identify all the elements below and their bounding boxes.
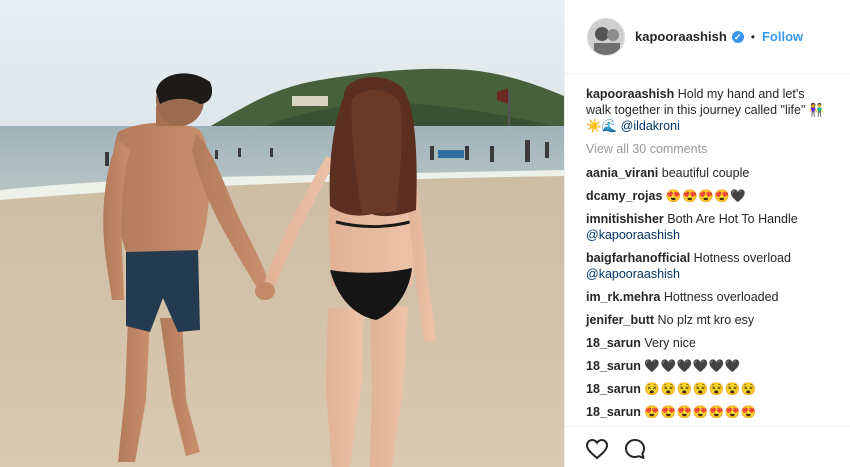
beach-couple-image: [0, 0, 564, 467]
comment-mention[interactable]: @kapooraashish: [586, 228, 680, 242]
follow-button[interactable]: Follow: [762, 29, 803, 44]
comment-text: No plz mt kro esy: [657, 313, 755, 327]
comment-username[interactable]: baigfarhanofficial: [586, 251, 690, 265]
comment-username[interactable]: im_rk.mehra: [586, 290, 660, 304]
avatar-image: [588, 18, 624, 55]
comment-text: Hotness overload: [693, 251, 791, 265]
avatar[interactable]: [587, 17, 625, 56]
separator-dot: •: [750, 29, 755, 44]
comment-username[interactable]: dcamy_rojas: [586, 189, 662, 203]
post-header: kapooraashish ✓ • Follow: [565, 0, 850, 74]
header-username[interactable]: kapooraashish: [635, 29, 727, 44]
comments-section: kapooraashish Hold my hand and let's wal…: [565, 74, 850, 420]
post-actions: [585, 437, 647, 461]
comment-text: 🖤🖤🖤🖤🖤🖤: [644, 359, 741, 373]
comment-item: 18_sarun 😍😍😍😍😍😍😍: [586, 404, 836, 420]
comment-item: 18_sarun Very nice: [586, 335, 836, 351]
comment-item: 18_sarun 🖤🖤🖤🖤🖤🖤: [586, 358, 836, 374]
comment-item: im_rk.mehra Hottness overloaded: [586, 289, 836, 305]
post-photo[interactable]: [0, 0, 564, 467]
caption-username[interactable]: kapooraashish: [586, 87, 674, 101]
comment-text: 😍😍😍😍🖤: [665, 189, 747, 203]
comment-username[interactable]: 18_sarun: [586, 359, 641, 373]
caption-text-line1: Hold my hand and let's: [677, 87, 805, 101]
comment-text: 😍😍😍😍😍😍😍: [644, 405, 757, 419]
comment-username[interactable]: 18_sarun: [586, 336, 641, 350]
comment-username[interactable]: jenifer_butt: [586, 313, 654, 327]
comment-username[interactable]: 18_sarun: [586, 405, 641, 419]
view-all-comments-link[interactable]: View all 30 comments: [586, 141, 836, 157]
heart-icon[interactable]: [585, 437, 609, 461]
post-caption: kapooraashish Hold my hand and let's wal…: [586, 86, 836, 134]
post-side-panel: kapooraashish ✓ • Follow kapooraashish H…: [564, 0, 850, 467]
comment-text: Hottness overloaded: [663, 290, 779, 304]
verified-badge-icon: ✓: [731, 30, 744, 43]
caption-text-line2: walk together in this journey called "li…: [586, 103, 825, 117]
comment-username[interactable]: 18_sarun: [586, 382, 641, 396]
comment-item: jenifer_butt No plz mt kro esy: [586, 312, 836, 328]
comment-mention[interactable]: @kapooraashish: [586, 267, 680, 281]
comment-item: dcamy_rojas 😍😍😍😍🖤: [586, 188, 836, 204]
comment-item: baigfarhanofficial Hotness overload @kap…: [586, 250, 836, 282]
actions-divider: [565, 426, 850, 427]
caption-emoji: ☀️🌊: [586, 119, 618, 133]
comment-text: Very nice: [644, 336, 696, 350]
comment-text: 😵😵😵😵😵😵😵: [644, 382, 757, 396]
comment-icon[interactable]: [623, 437, 647, 461]
comment-item: imnitishisher Both Are Hot To Handle @ka…: [586, 211, 836, 243]
comment-username[interactable]: aania_virani: [586, 166, 658, 180]
comment-item: 18_sarun 😵😵😵😵😵😵😵: [586, 381, 836, 397]
comment-item: aania_virani beautiful couple: [586, 165, 836, 181]
caption-mention[interactable]: @ildakroni: [621, 119, 680, 133]
comment-text: Both Are Hot To Handle: [667, 212, 798, 226]
comment-text: beautiful couple: [661, 166, 750, 180]
clasped-hands: [255, 282, 275, 300]
comment-username[interactable]: imnitishisher: [586, 212, 664, 226]
